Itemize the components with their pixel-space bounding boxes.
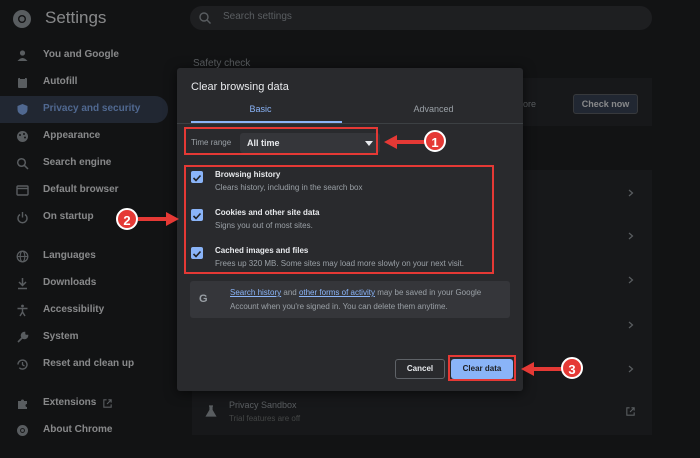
- cancel-button[interactable]: Cancel: [395, 359, 445, 379]
- info-line-1: Search history and other forms of activi…: [230, 288, 481, 297]
- search-history-link[interactable]: Search history: [230, 288, 281, 297]
- annotation-arrow-1: [384, 135, 425, 149]
- annotation-arrow-2: [138, 212, 179, 226]
- tab-divider: [177, 123, 523, 124]
- annotation-box-clear-data: [448, 355, 516, 381]
- annotation-box-time-range: [184, 127, 378, 155]
- info-rest-text: may be saved in your Google: [374, 288, 482, 297]
- dialog-title: Clear browsing data: [191, 81, 289, 93]
- annotation-callout-1: 1: [424, 130, 446, 152]
- google-g-icon: G: [199, 293, 208, 305]
- annotation-arrow-3: [521, 362, 562, 376]
- tab-advanced[interactable]: Advanced: [350, 104, 517, 124]
- annotation-callout-3: 3: [561, 357, 583, 379]
- google-activity-info: G Search history and other forms of acti…: [190, 281, 510, 318]
- info-line-2: Account when you're signed in. You can d…: [230, 302, 448, 311]
- annotation-box-checkboxes: [184, 165, 494, 274]
- annotation-callout-2: 2: [116, 208, 138, 230]
- other-activity-link[interactable]: other forms of activity: [299, 288, 375, 297]
- info-and-text: and: [281, 288, 299, 297]
